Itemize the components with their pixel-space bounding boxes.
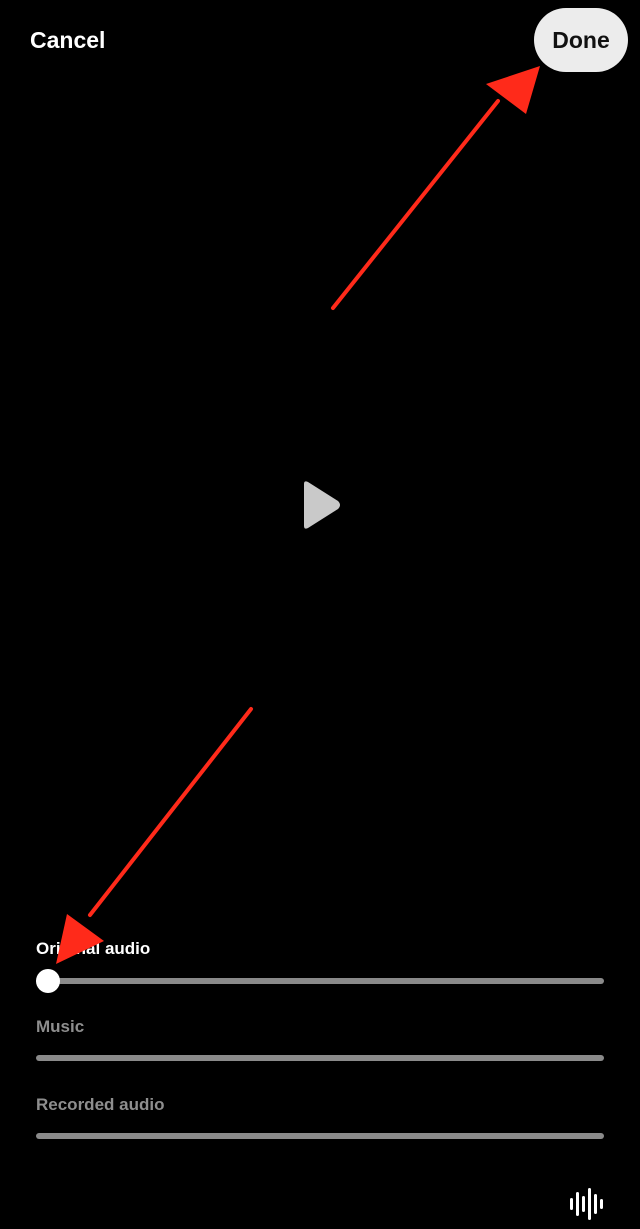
recorded-audio-slider[interactable]	[36, 1124, 604, 1148]
annotation-arrows	[56, 66, 540, 964]
original-audio-slider-thumb[interactable]	[36, 969, 60, 993]
play-icon	[304, 481, 340, 529]
music-slider[interactable]	[36, 1046, 604, 1070]
music-label: Music	[36, 1017, 85, 1036]
recorded-audio-label: Recorded audio	[36, 1095, 165, 1114]
done-button[interactable]: Done	[534, 8, 628, 72]
original-audio-label: Original audio	[36, 939, 151, 958]
waveform-icon	[570, 1188, 603, 1220]
arrow-to-done-annotation	[331, 66, 540, 310]
arrow-to-slider-annotation	[56, 707, 253, 964]
waveform-button[interactable]	[566, 1184, 606, 1224]
cancel-button[interactable]: Cancel	[30, 24, 105, 56]
play-button[interactable]	[296, 478, 344, 532]
recorded-audio-slider-track	[36, 1133, 604, 1139]
original-audio-slider-track	[36, 978, 604, 984]
music-slider-track	[36, 1055, 604, 1061]
original-audio-slider[interactable]	[36, 969, 604, 993]
